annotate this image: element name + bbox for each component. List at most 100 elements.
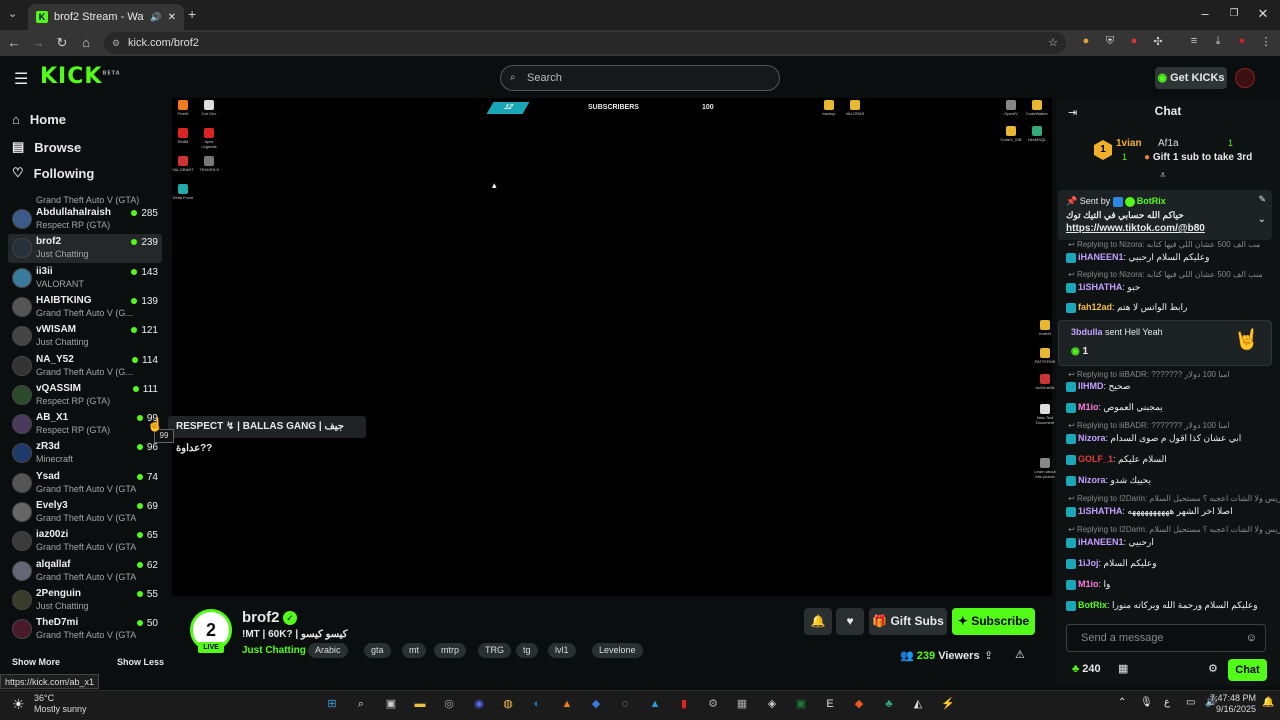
chat-username[interactable]: 1iSHATHA bbox=[1078, 282, 1122, 292]
settings-taskbar-icon[interactable]: ⚙ bbox=[704, 695, 722, 713]
streamer-name[interactable]: brof2 bbox=[242, 609, 280, 626]
brave-icon[interactable]: ◆ bbox=[850, 695, 868, 713]
emoji-icon[interactable]: ☺ bbox=[1246, 625, 1257, 651]
app-red-icon[interactable]: ▮ bbox=[675, 695, 693, 713]
stream-tag[interactable]: TRG bbox=[478, 643, 511, 658]
chat-username[interactable]: 1iSHATHA bbox=[1078, 506, 1122, 516]
sidebar-channel[interactable]: NA_Y52 Grand Theft Auto V (G... 114 bbox=[8, 352, 162, 381]
send-chat-button[interactable]: Chat bbox=[1228, 659, 1267, 681]
epic-games-icon[interactable]: E bbox=[821, 695, 839, 713]
excel-icon[interactable]: ▣ bbox=[792, 695, 810, 713]
chat-username[interactable]: M1io bbox=[1078, 402, 1099, 412]
sidebar-channel[interactable]: iaz00zi Grand Theft Auto V (GTA) 65 bbox=[8, 527, 162, 556]
leader2-name[interactable]: Af1a bbox=[1158, 138, 1179, 149]
home-browser-icon[interactable]: ⌂ bbox=[78, 35, 94, 50]
chat-username[interactable]: iHANEEN1 bbox=[1078, 537, 1124, 547]
chat-username[interactable]: M1io bbox=[1078, 579, 1099, 589]
stream-tag[interactable]: mtrp bbox=[434, 643, 466, 658]
speaker-icon[interactable]: 🔊 bbox=[150, 12, 161, 23]
follow-heart-button[interactable]: ♥ bbox=[836, 608, 864, 635]
app-yellow-icon[interactable]: ⚡ bbox=[939, 695, 957, 713]
app-epic-icon[interactable]: ◈ bbox=[763, 695, 781, 713]
sent-card-user[interactable]: 3bdulla bbox=[1071, 327, 1103, 337]
leaderboard-expand-icon[interactable]: ⩡ bbox=[1160, 170, 1166, 181]
language-icon[interactable]: ع bbox=[1164, 697, 1170, 708]
chat-username[interactable]: GOLF_1 bbox=[1078, 454, 1113, 464]
site-info-icon[interactable]: ⚙ bbox=[112, 32, 120, 54]
gift-prompt[interactable]: ● Gift 1 sub to take 3rd bbox=[1144, 152, 1252, 163]
show-more-button[interactable]: Show More bbox=[12, 657, 60, 667]
chat-reply-context[interactable]: ↩ Replying to I2Darin: مو ريس ولا الشات … bbox=[1068, 525, 1280, 534]
puzzle-extensions-icon[interactable]: ✣ bbox=[1151, 35, 1165, 49]
notification-icon[interactable]: 🔔 bbox=[1262, 697, 1274, 708]
bookmark-star-icon[interactable]: ☆ bbox=[1048, 32, 1058, 54]
chrome-icon[interactable]: ◍ bbox=[499, 695, 517, 713]
sidebar-channel[interactable]: zR3d Minecraft 96 bbox=[8, 439, 162, 468]
pinned-collapse-icon[interactable]: ⌄ bbox=[1258, 214, 1266, 225]
leader1-name[interactable]: 1vian bbox=[1116, 138, 1142, 149]
chat-reply-context[interactable]: ↩ Replying to iiiBADR: ??????? امبا 100 … bbox=[1068, 370, 1230, 379]
chat-settings-icon[interactable]: ⚙ bbox=[1208, 662, 1218, 675]
forward-icon[interactable]: → bbox=[30, 35, 46, 50]
gift-subs-button[interactable]: 🎁 Gift Subs bbox=[869, 608, 947, 635]
browser-menu-icon[interactable]: ⋮ bbox=[1259, 35, 1273, 49]
show-less-button[interactable]: Show Less bbox=[117, 657, 164, 667]
chat-reply-context[interactable]: ↩ Replying to Nizora: مب الف 500 عشان ال… bbox=[1068, 240, 1260, 249]
close-window-icon[interactable]: ✕ bbox=[1253, 6, 1273, 22]
share-icon[interactable]: ⇪ bbox=[984, 649, 993, 662]
extension-red-icon[interactable]: ● bbox=[1127, 35, 1141, 49]
shield-extension-icon[interactable]: ⛨ bbox=[1103, 35, 1117, 49]
url-input[interactable]: ⚙ kick.com/brof2 ☆ bbox=[104, 32, 1066, 54]
chat-reply-context[interactable]: ↩ Replying to Nizora: منب الف 500 عشان ا… bbox=[1068, 270, 1263, 279]
microphone-icon[interactable]: 🎙 bbox=[1140, 697, 1153, 708]
unpin-icon[interactable]: ✎ bbox=[1258, 194, 1266, 205]
chat-username[interactable]: Nizora bbox=[1078, 433, 1106, 443]
chat-username[interactable]: BotRix bbox=[1078, 600, 1107, 610]
back-icon[interactable]: ← bbox=[6, 35, 22, 50]
stream-tag[interactable]: tg bbox=[516, 643, 538, 658]
minimize-icon[interactable]: – bbox=[1195, 6, 1215, 21]
weather-widget[interactable]: 36°C Mostly sunny bbox=[34, 693, 87, 715]
steam-icon[interactable]: ◐ bbox=[528, 695, 546, 713]
hamburger-menu-icon[interactable]: ☰ bbox=[14, 69, 28, 89]
sidebar-channel[interactable]: 2Penguin Just Chatting 55 bbox=[8, 586, 162, 615]
notification-bell-button[interactable]: 🔔 bbox=[804, 608, 832, 635]
file-explorer-icon[interactable]: ▬ bbox=[411, 695, 429, 713]
sidebar-channel[interactable]: HAIBTKING Grand Theft Auto V (G... 139 bbox=[8, 293, 162, 322]
chat-message-input[interactable]: Send a message ☺ bbox=[1066, 624, 1266, 652]
nav-following[interactable]: ♡ Following bbox=[12, 165, 94, 181]
stream-tag[interactable]: gta bbox=[364, 643, 391, 658]
app-photo-icon[interactable]: ▲ bbox=[646, 695, 664, 713]
kick-logo[interactable]: KICKBETA bbox=[40, 64, 121, 89]
stream-tag[interactable]: Arabic bbox=[308, 643, 348, 658]
obs-icon[interactable]: ◌ bbox=[616, 695, 634, 713]
stream-tag[interactable]: Levelone bbox=[592, 643, 643, 658]
subscribe-button[interactable]: ✦ Subscribe bbox=[952, 608, 1035, 635]
chat-username[interactable]: IIHMD bbox=[1078, 381, 1104, 391]
pinned-user[interactable]: BotRix bbox=[1137, 196, 1166, 206]
report-icon[interactable]: ⚠ bbox=[1015, 648, 1025, 661]
discord-icon[interactable]: ◉ bbox=[470, 695, 488, 713]
extension-icon[interactable]: ● bbox=[1079, 35, 1093, 49]
sidebar-channel[interactable]: TheD7mi Grand Theft Auto V (GTA) 50 bbox=[8, 615, 162, 644]
profile-avatar-icon[interactable]: ● bbox=[1235, 35, 1249, 49]
sidebar-channel[interactable]: AB_X1 Respect RP (GTA) 99 bbox=[8, 410, 162, 439]
app-green-icon[interactable]: ♣ bbox=[880, 695, 898, 713]
close-tab-icon[interactable]: ✕ bbox=[168, 12, 176, 23]
sidebar-channel[interactable]: alqallaf Grand Theft Auto V (GTA) 62 bbox=[8, 557, 162, 586]
search-input[interactable]: ⌕ Search bbox=[500, 65, 780, 91]
search-taskbar-icon[interactable]: ⌕ bbox=[352, 695, 370, 713]
chat-reply-context[interactable]: ↩ Replying to iiiBADR: ??????? امبا 100 … bbox=[1068, 421, 1230, 430]
sidebar-channel[interactable]: Abdullahalraish Respect RP (GTA) 285 bbox=[8, 205, 162, 234]
nav-home[interactable]: ⌂ Home bbox=[12, 112, 66, 127]
sidebar-channel[interactable]: brof2 Just Chatting 239 bbox=[8, 234, 162, 264]
sidebar-channel[interactable]: ii3ii VALORANT 143 bbox=[8, 264, 162, 293]
sidebar-channel[interactable]: Evely3 Grand Theft Auto V (GTA) 69 bbox=[8, 498, 162, 527]
sidebar-channel[interactable]: vWISAM Just Chatting 121 bbox=[8, 322, 162, 351]
tab-list-icon[interactable]: ⌄ bbox=[8, 7, 17, 20]
pinned-link[interactable]: https://www.tiktok.com/@b80 bbox=[1066, 223, 1264, 234]
stream-tag[interactable]: mt bbox=[402, 643, 426, 658]
download-icon[interactable]: ⤓ bbox=[1211, 35, 1225, 49]
stream-tag[interactable]: lvl1 bbox=[548, 643, 576, 658]
taskbar-clock[interactable]: 7:47:48 PM 9/16/2025 bbox=[1200, 693, 1256, 715]
